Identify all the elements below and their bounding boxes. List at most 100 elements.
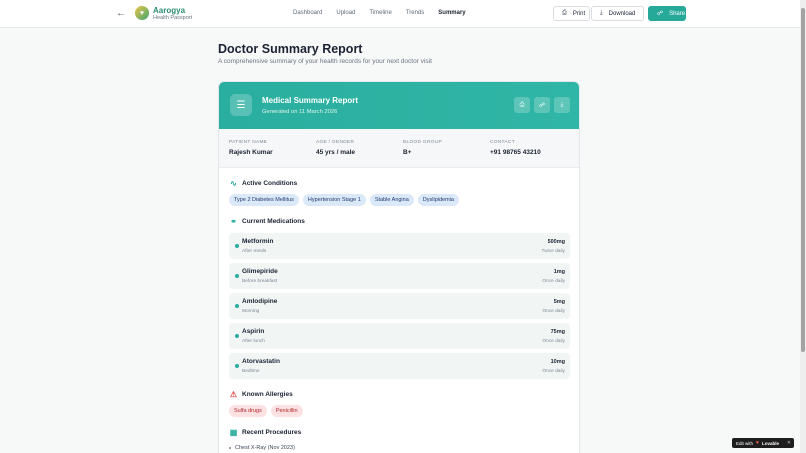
close-icon[interactable]: ✕ — [787, 440, 791, 446]
download-icon: ⤓ — [600, 10, 603, 16]
contact-value: +91 98765 43210 — [490, 149, 541, 156]
medication-item: Amlodipine Morning 5mg Once daily — [229, 293, 570, 319]
nav-trends[interactable]: Trends — [406, 9, 424, 18]
download-label: Download — [608, 10, 636, 17]
medication-item: Aspirin After lunch 75mg Once daily — [229, 323, 570, 349]
medication-dose: 75mg — [550, 329, 565, 335]
medical-summary-card: ☰ Medical Summary Report Generated on 11… — [218, 81, 580, 453]
known-allergies-title: Known Allergies — [242, 391, 293, 398]
medication-frequency: Once daily — [542, 369, 565, 374]
top-nav-bar: ← ♥ Aarogya Health Passport Dashboard Up… — [0, 0, 800, 28]
blood-group-label: BLOOD GROUP — [403, 140, 443, 145]
brand-name: Aarogya — [153, 6, 186, 15]
recent-procedures-heading: ▦ Recent Procedures — [229, 428, 302, 437]
patient-name-field: PATIENT NAME Rajesh Kumar — [229, 140, 273, 157]
edit-with-label: Edit with — [736, 440, 754, 446]
medication-dose: 10mg — [550, 359, 565, 365]
download-button[interactable]: ⤓ Download — [591, 6, 644, 21]
medication-item: Glimepiride Before breakfast 1mg Once da… — [229, 263, 570, 289]
scrollbar-thumb[interactable] — [801, 8, 805, 352]
page-scrollbar[interactable] — [800, 0, 806, 453]
medication-note: Bedtime — [242, 369, 260, 374]
share-label: Share — [669, 10, 686, 17]
known-allergies-heading: ⚠ Known Allergies — [229, 390, 293, 399]
download-icon: ⤓ — [560, 101, 564, 108]
medication-name: Atorvastatin — [242, 358, 280, 365]
condition-chip: Type 2 Diabetes Mellitus — [229, 194, 299, 206]
bullet-dot — [235, 364, 239, 368]
medication-frequency: Once daily — [542, 339, 565, 344]
warning-icon: ⚠ — [229, 390, 238, 399]
print-label: Print — [572, 10, 586, 17]
medication-dose: 1mg — [553, 269, 565, 275]
calendar-icon: ▦ — [229, 428, 238, 437]
recent-procedures-title: Recent Procedures — [242, 429, 302, 436]
medication-name: Glimepiride — [242, 268, 278, 275]
nav-summary[interactable]: Summary — [438, 9, 465, 18]
print-button[interactable]: ⎙ Print — [553, 6, 590, 21]
bullet-dot — [229, 447, 231, 449]
condition-chip: Dyslipidemia — [417, 194, 459, 206]
condition-chip: Hypertension Stage 1 — [302, 194, 366, 206]
bullet-dot — [235, 334, 239, 338]
contact-label: CONTACT — [490, 140, 515, 145]
patient-name-value: Rajesh Kumar — [229, 149, 273, 156]
page-subtitle: A comprehensive summary of your health r… — [218, 58, 432, 65]
bullet-dot — [235, 274, 239, 278]
lovable-brand: Lovable — [761, 440, 779, 446]
main-nav: Dashboard Upload Timeline Trends Summary — [293, 9, 466, 18]
bullet-dot — [235, 244, 239, 248]
procedure-text: Chest X-Ray (Nov 2023) — [235, 445, 295, 451]
medication-dose: 5mg — [553, 299, 565, 305]
medication-name: Metformin — [242, 238, 274, 245]
medication-item: Metformin After meals 500mg Twice daily — [229, 233, 570, 259]
nav-dashboard[interactable]: Dashboard — [293, 9, 322, 18]
medication-name: Aspirin — [242, 328, 265, 335]
medication-frequency: Once daily — [542, 309, 565, 314]
allergy-chip: Sulfa drugs — [229, 405, 267, 417]
document-icon: ☰ — [230, 94, 252, 116]
medication-item: Atorvastatin Bedtime 10mg Once daily — [229, 353, 570, 379]
share-icon: ☍ — [538, 102, 546, 109]
page-title: Doctor Summary Report — [218, 42, 363, 56]
medication-note: After meals — [242, 249, 267, 254]
active-conditions-title: Active Conditions — [242, 180, 298, 187]
age-gender-field: AGE / GENDER 45 yrs / male — [316, 140, 355, 157]
medication-frequency: Once daily — [542, 279, 565, 284]
blood-group-value: B+ — [403, 149, 412, 156]
printer-icon: ⎙ — [562, 10, 567, 16]
card-share-button[interactable]: ☍ — [534, 97, 550, 113]
printer-icon: ⎙ — [519, 101, 525, 108]
age-gender-label: AGE / GENDER — [316, 140, 355, 145]
lovable-heart-icon: ♥ — [756, 440, 759, 446]
medication-note: Morning — [242, 309, 260, 314]
card-title: Medical Summary Report — [262, 96, 359, 105]
card-download-button[interactable]: ⤓ — [554, 97, 570, 113]
patient-info: PATIENT NAME Rajesh Kumar AGE / GENDER 4… — [219, 129, 579, 168]
back-arrow-icon[interactable]: ← — [114, 7, 128, 21]
card-print-button[interactable]: ⎙ — [514, 97, 530, 113]
medication-note: After lunch — [242, 339, 265, 344]
medication-name: Amlodipine — [242, 298, 278, 305]
edit-with-lovable-badge[interactable]: Edit with ♥ Lovable ✕ — [732, 438, 794, 448]
pulse-icon: ∿ — [230, 179, 237, 188]
nav-upload[interactable]: Upload — [336, 9, 355, 18]
active-conditions-heading: ∿ Active Conditions — [229, 179, 297, 188]
heart-logo-icon[interactable]: ♥ — [135, 6, 149, 20]
conditions-list: Type 2 Diabetes Mellitus Hypertension St… — [229, 194, 459, 206]
nav-timeline[interactable]: Timeline — [369, 9, 391, 18]
procedure-item: Chest X-Ray (Nov 2023) — [229, 445, 295, 451]
share-button[interactable]: ☍ Share — [648, 6, 686, 21]
brand-subtitle: Health Passport — [153, 15, 193, 21]
patient-name-label: PATIENT NAME — [229, 140, 268, 145]
current-medications-title: Current Medications — [242, 218, 305, 225]
allergies-list: Sulfa drugs Penicillin — [229, 405, 303, 417]
medication-dose: 500mg — [547, 239, 565, 245]
age-gender-value: 45 yrs / male — [316, 149, 356, 156]
pill-icon: ⚭ — [230, 217, 237, 226]
blood-group-field: BLOOD GROUP B+ — [403, 140, 442, 157]
medication-note: Before breakfast — [242, 279, 278, 284]
card-header: ☰ Medical Summary Report Generated on 11… — [219, 82, 579, 129]
contact-field: CONTACT +91 98765 43210 — [490, 140, 541, 157]
bullet-dot — [235, 304, 239, 308]
